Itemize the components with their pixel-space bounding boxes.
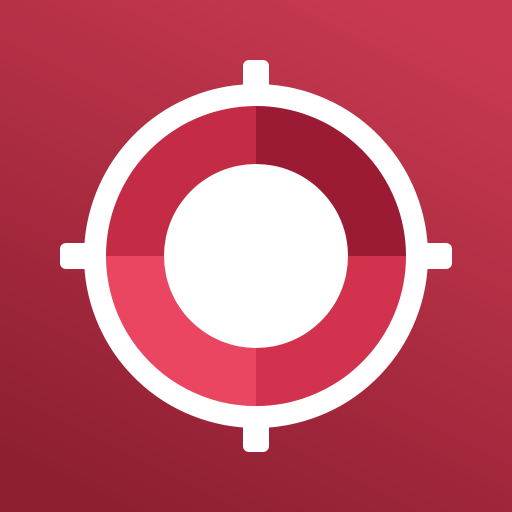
crosshair-tick-left (60, 243, 104, 269)
crosshair-target-icon (0, 0, 512, 512)
crosshair-tick-top (243, 60, 269, 104)
crosshair-tick-right (408, 243, 452, 269)
crosshair-tick-bottom (243, 408, 269, 452)
target-center (164, 164, 348, 348)
app-icon (0, 0, 512, 512)
